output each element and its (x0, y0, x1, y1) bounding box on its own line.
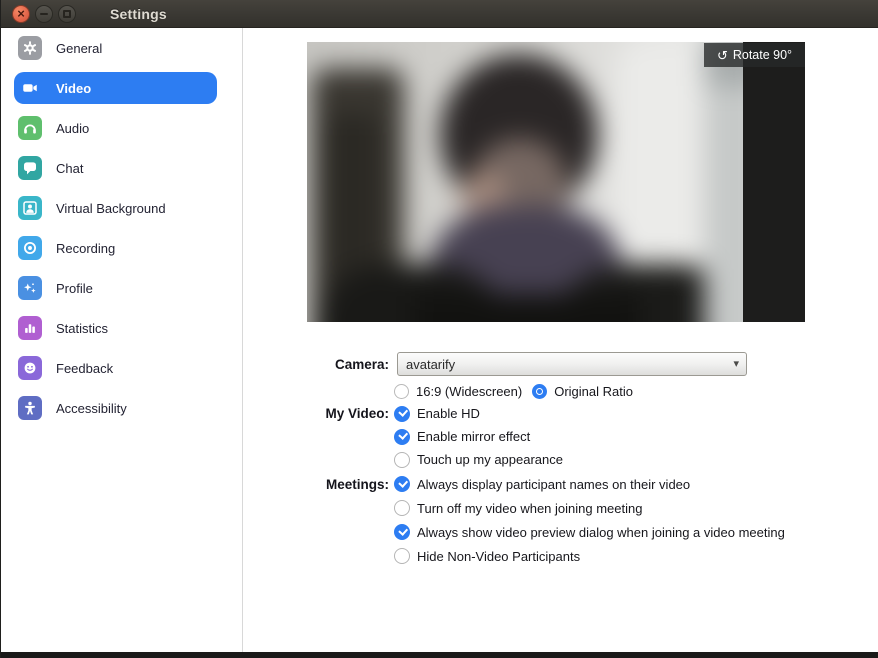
sidebar-item-recording[interactable]: Recording (14, 232, 217, 264)
sidebar-item-chat[interactable]: Chat (14, 152, 217, 184)
checkbox-video-preview-dialog[interactable] (394, 524, 410, 540)
checkbox-hide-non-video-participants-label[interactable]: Hide Non-Video Participants (417, 549, 580, 564)
sidebar-item-general[interactable]: General (14, 32, 217, 64)
chat-bubble-icon (18, 156, 42, 180)
sidebar-item-statistics[interactable]: Statistics (14, 312, 217, 344)
checkbox-hide-non-video-participants[interactable] (394, 548, 410, 564)
bar-chart-icon (18, 316, 42, 340)
camera-label: Camera: (334, 356, 389, 372)
sidebar-item-label: Statistics (56, 320, 109, 336)
checkbox-turn-off-video-joining[interactable] (394, 500, 410, 516)
radio-original-ratio-label[interactable]: Original Ratio (554, 384, 633, 399)
sidebar-item-accessibility[interactable]: Accessibility (14, 392, 217, 424)
checkbox-touch-up-appearance[interactable] (394, 451, 410, 468)
sidebar-item-label: Chat (56, 160, 84, 176)
record-icon (18, 236, 42, 260)
maximize-icon (63, 9, 71, 18)
window-title: Settings (110, 5, 167, 22)
sidebar-item-label: Video (56, 80, 92, 96)
rotate-ccw-icon: ↺ (716, 47, 728, 63)
close-icon: × (17, 5, 25, 21)
sparkles-icon (18, 276, 42, 300)
smiley-icon (18, 356, 42, 380)
checkbox-turn-off-video-joining-label[interactable]: Turn off my video when joining meeting (417, 501, 642, 516)
sidebar-item-label: Audio (56, 120, 90, 136)
checkbox-display-participant-names-label[interactable]: Always display participant names on thei… (417, 477, 690, 492)
sidebar-item-profile[interactable]: Profile (14, 272, 217, 304)
rotate-90-button[interactable]: ↺ Rotate 90° (704, 43, 805, 67)
video-preview: ↺ Rotate 90° (307, 42, 805, 322)
checkbox-enable-hd-label[interactable]: Enable HD (417, 406, 480, 421)
headset-icon (18, 116, 42, 140)
sidebar-item-audio[interactable]: Audio (14, 112, 217, 144)
radio-original-ratio[interactable] (532, 383, 548, 399)
sidebar-item-virtual-background[interactable]: Virtual Background (14, 192, 217, 224)
camera-select[interactable]: avatarify ▾ (397, 352, 747, 376)
maximize-button[interactable] (58, 4, 76, 23)
accessibility-icon (18, 396, 42, 420)
minimize-button[interactable] (35, 4, 53, 23)
gear-icon (18, 36, 42, 60)
meetings-label: Meetings: (325, 476, 389, 492)
close-button[interactable]: × (12, 4, 30, 23)
sidebar-item-label: Profile (56, 280, 93, 296)
checkbox-video-preview-dialog-label[interactable]: Always show video preview dialog when jo… (417, 525, 785, 540)
camera-selected-value: avatarify (406, 356, 456, 372)
checkbox-enable-mirror-effect-label[interactable]: Enable mirror effect (417, 429, 530, 444)
my-video-label: My Video: (325, 406, 389, 421)
chevron-down-icon: ▾ (733, 358, 739, 370)
content-pane: ↺ Rotate 90° Camera: avatarify ▾ 16:9 (W… (244, 28, 878, 652)
video-settings-form: Camera: avatarify ▾ 16:9 (Widescreen) Or… (244, 351, 878, 568)
sidebar-item-label: Feedback (56, 360, 114, 376)
sidebar-item-feedback[interactable]: Feedback (14, 352, 217, 384)
virtual-background-icon (18, 196, 42, 220)
checkbox-touch-up-appearance-label[interactable]: Touch up my appearance (417, 452, 563, 467)
sidebar-item-video[interactable]: Video (14, 72, 217, 104)
titlebar: × Settings (1, 0, 878, 28)
sidebar: General Video Audio Chat Virtual Backgro… (1, 28, 243, 652)
radio-16-9-widescreen[interactable] (394, 383, 409, 399)
video-letterbox (743, 42, 805, 322)
camera-feed-blurred (307, 42, 783, 322)
minimize-icon (40, 12, 48, 15)
checkbox-enable-hd[interactable] (394, 405, 410, 422)
radio-16-9-label[interactable]: 16:9 (Widescreen) (416, 384, 522, 399)
video-camera-icon (18, 76, 42, 100)
sidebar-item-label: Virtual Background (56, 200, 166, 216)
sidebar-item-label: Recording (56, 240, 116, 256)
sidebar-item-label: General (56, 40, 103, 56)
sidebar-item-label: Accessibility (56, 400, 127, 416)
checkbox-enable-mirror-effect[interactable] (394, 428, 410, 445)
window-bottom-edge (1, 652, 878, 658)
rotate-button-label: Rotate 90° (732, 48, 793, 62)
checkbox-display-participant-names[interactable] (394, 476, 410, 492)
settings-window: × Settings General Video Audio Chat Virt… (0, 0, 878, 658)
